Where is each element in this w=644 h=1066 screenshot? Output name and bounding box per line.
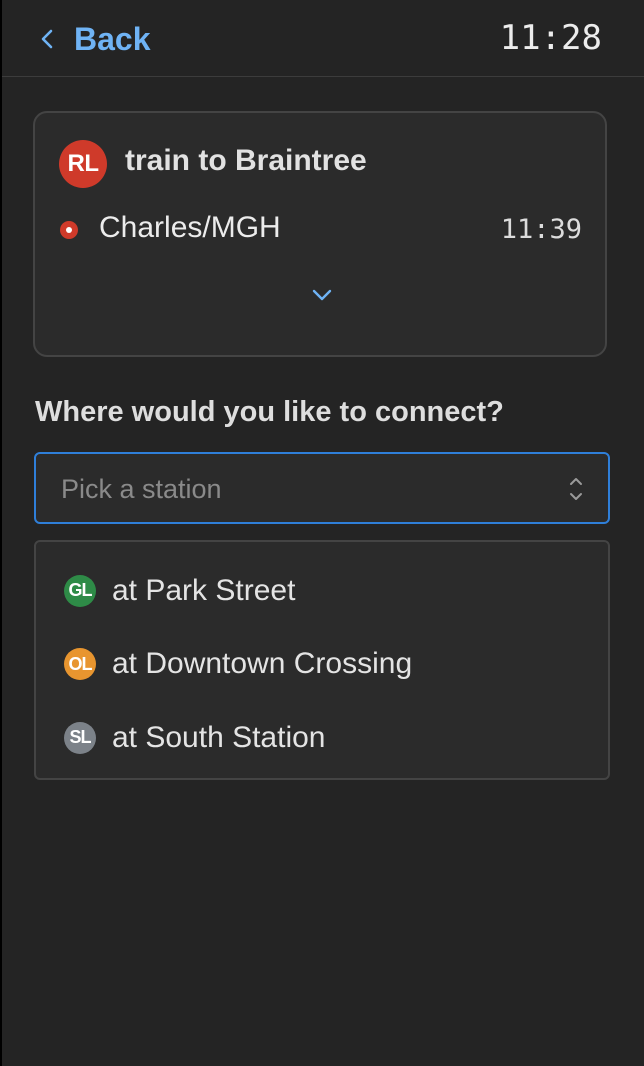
chevron-down-icon bbox=[311, 288, 333, 307]
connect-question: Where would you like to connect? bbox=[35, 396, 504, 428]
suggestion-downtown-crossing[interactable]: OL at Downtown Crossing bbox=[36, 628, 608, 702]
select-placeholder: Pick a station bbox=[61, 474, 222, 504]
back-button[interactable]: Back bbox=[40, 16, 151, 62]
suggestion-label: at South Station bbox=[112, 720, 326, 754]
suggestion-park-street[interactable]: GL at Park Street bbox=[36, 554, 608, 628]
green-line-badge: GL bbox=[64, 574, 96, 607]
expand-trip-button[interactable] bbox=[306, 281, 338, 313]
suggestion-south-station[interactable]: SL at South Station bbox=[36, 701, 608, 775]
orange-line-badge: OL bbox=[64, 648, 96, 681]
app-screen: Back 11:28 RL train to Braintree Charles… bbox=[2, 0, 644, 1066]
trip-title: train to Braintree bbox=[125, 144, 367, 177]
back-label: Back bbox=[74, 20, 151, 57]
top-bar: Back 11:28 bbox=[2, 0, 644, 77]
trip-card: RL train to Braintree Charles/MGH 11:39 bbox=[33, 111, 607, 357]
silver-line-badge: SL bbox=[64, 721, 96, 754]
stop-time: 11:39 bbox=[500, 214, 582, 245]
suggested-stations-list: GL at Park Street OL at Downtown Crossin… bbox=[34, 540, 610, 780]
stop-name: Charles/MGH bbox=[99, 211, 281, 244]
suggestion-label: at Park Street bbox=[112, 573, 296, 607]
suggestion-label: at Downtown Crossing bbox=[112, 647, 413, 681]
clock: 11:28 bbox=[499, 18, 602, 58]
chevron-up-down-icon bbox=[568, 475, 584, 508]
chevron-left-icon bbox=[40, 28, 54, 50]
stop-marker-icon bbox=[60, 221, 78, 239]
route-badge: RL bbox=[59, 140, 107, 188]
station-select[interactable]: Pick a station bbox=[34, 452, 610, 524]
